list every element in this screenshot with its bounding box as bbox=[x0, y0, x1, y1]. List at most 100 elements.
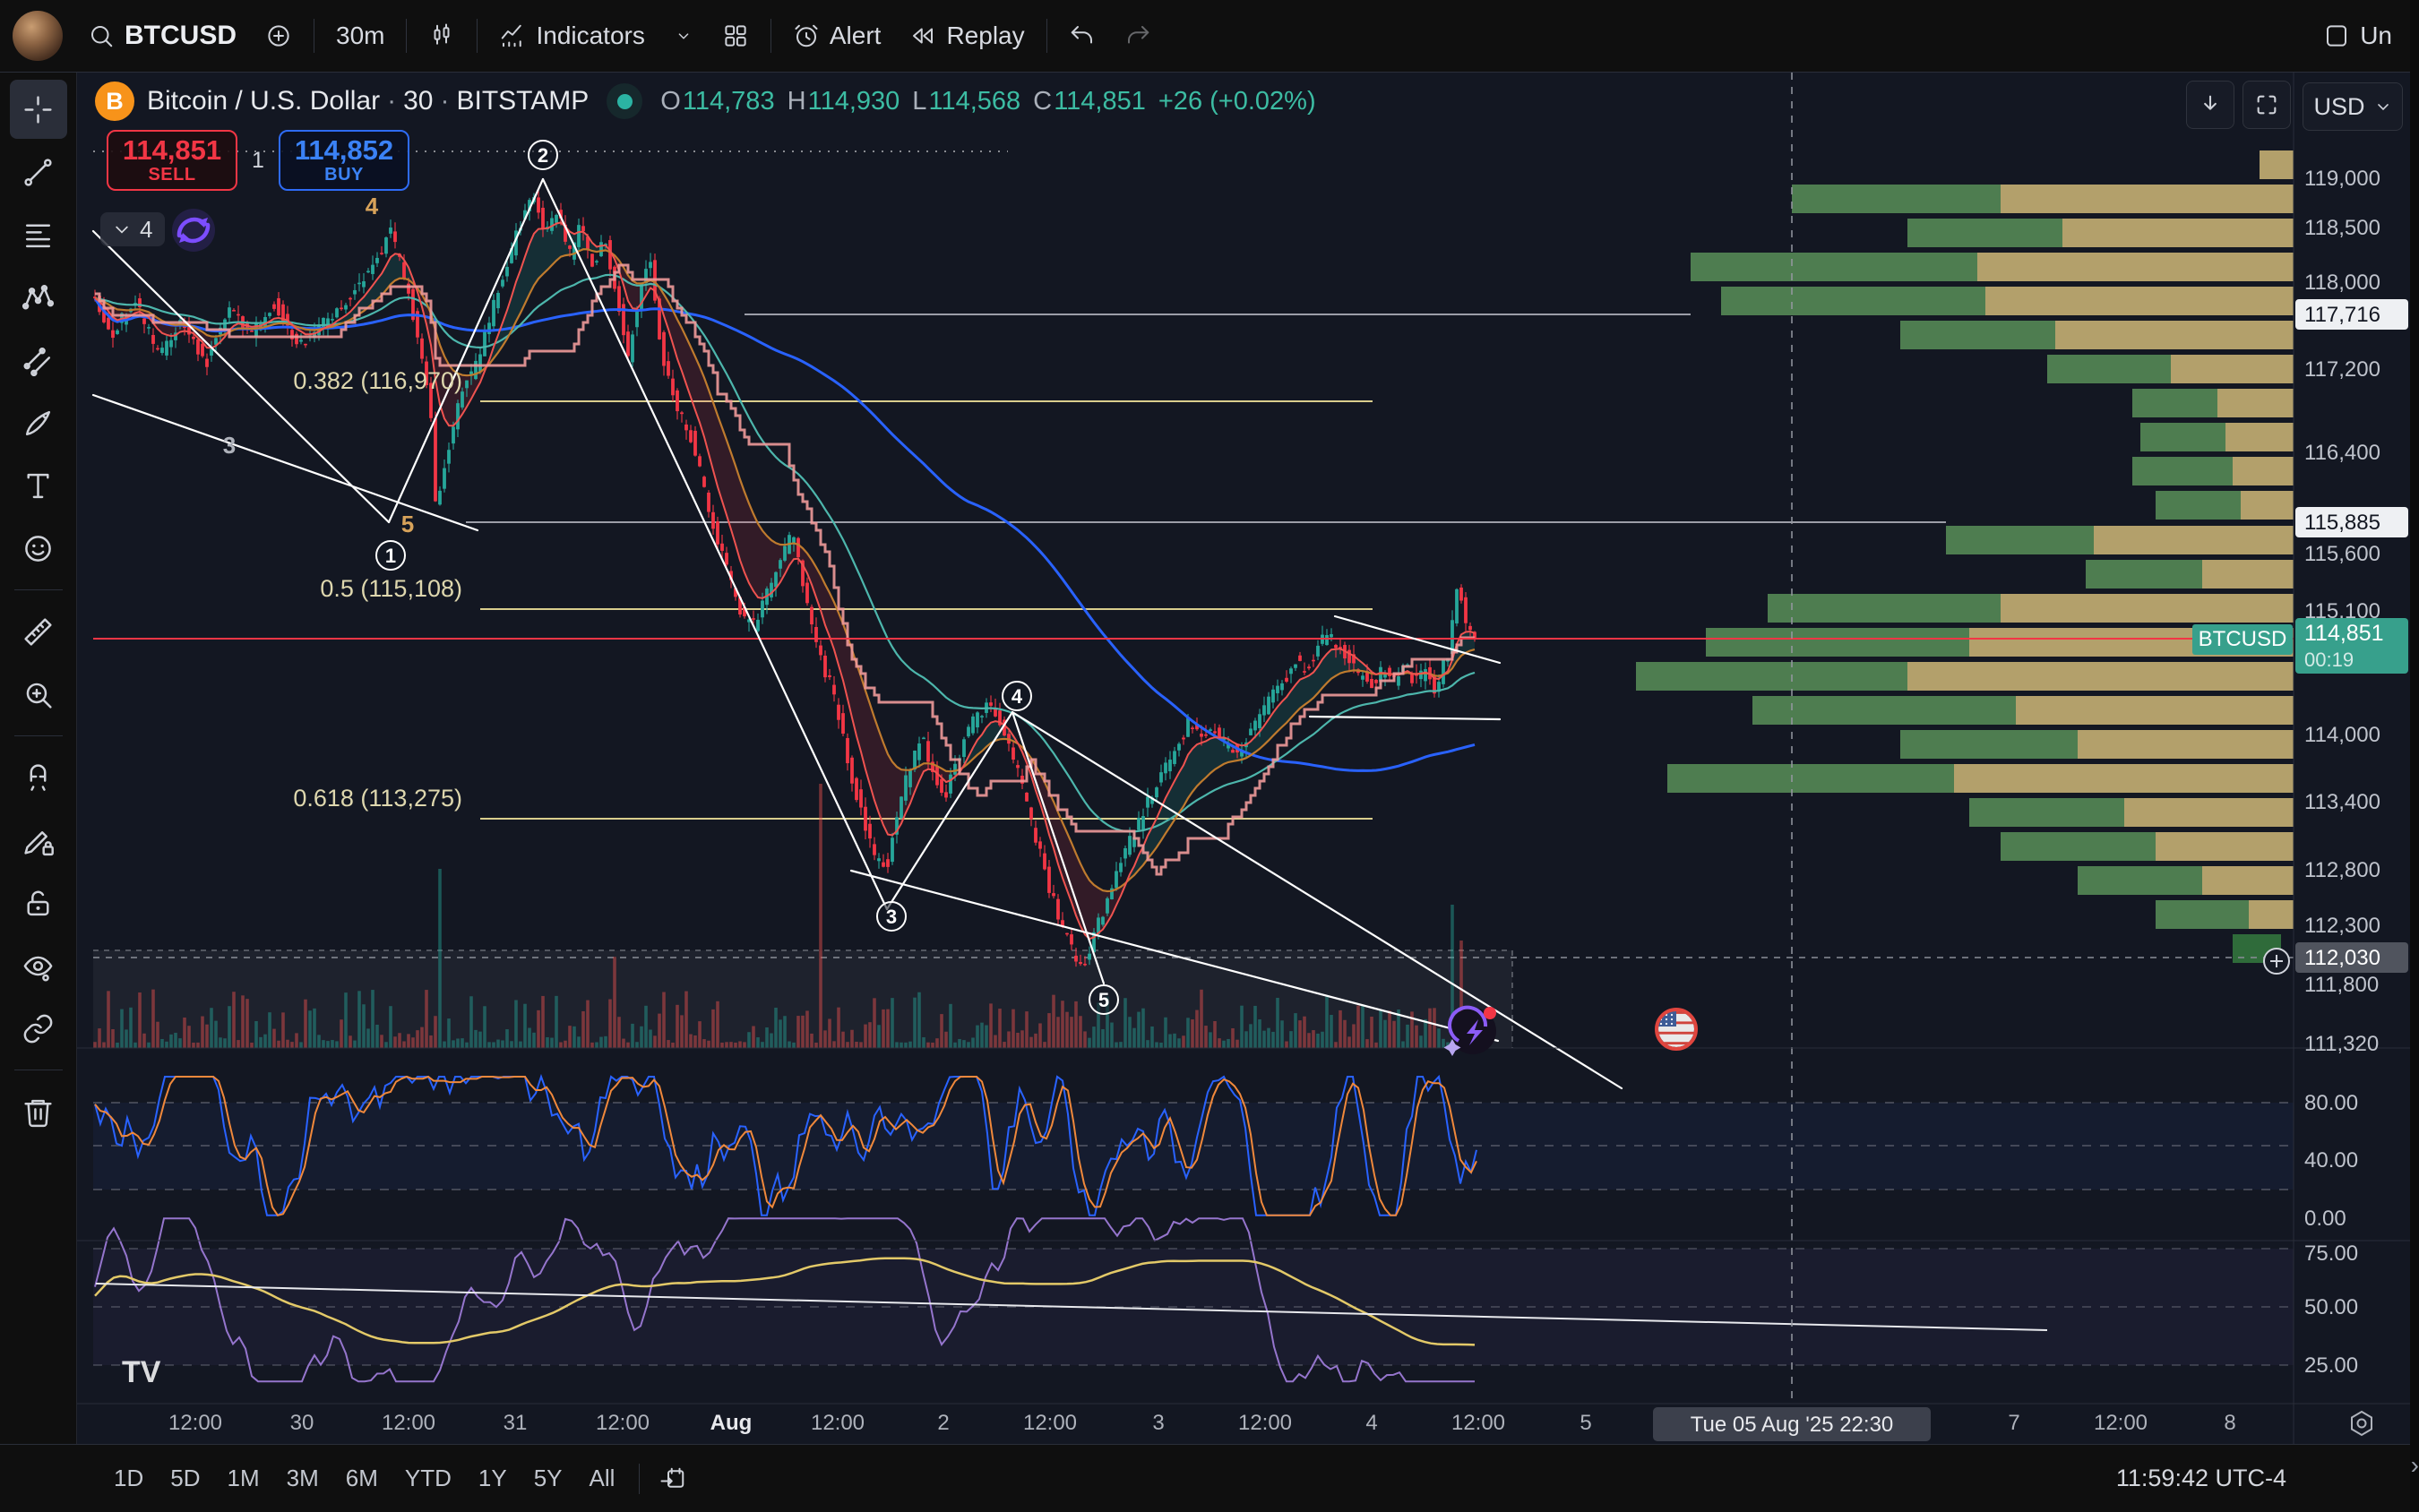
svg-text:50.00: 50.00 bbox=[2304, 1295, 2358, 1319]
text-tool-icon bbox=[22, 469, 55, 503]
fib-retracement-icon bbox=[22, 219, 55, 252]
sync-icon bbox=[167, 203, 220, 257]
market-status-icon[interactable] bbox=[607, 83, 642, 119]
range-1m[interactable]: 1M bbox=[214, 1457, 273, 1499]
range-1d[interactable]: 1D bbox=[100, 1457, 157, 1499]
symbol-search-button[interactable]: BTCUSD bbox=[73, 8, 251, 64]
tool-magnet[interactable] bbox=[10, 748, 67, 807]
chart-canvas[interactable]: 123453450.382 (116,970)0.5 (115,108)0.61… bbox=[77, 73, 2419, 1444]
svg-text:117,716: 117,716 bbox=[2304, 303, 2380, 327]
svg-text:112,800: 112,800 bbox=[2304, 858, 2380, 882]
grid-layout-icon bbox=[722, 22, 749, 49]
svg-text:2: 2 bbox=[538, 144, 548, 167]
order-panel: 114,851 SELL 1 114,852 BUY bbox=[107, 130, 409, 191]
svg-text:112,030: 112,030 bbox=[2304, 946, 2380, 970]
low-label: L bbox=[912, 87, 926, 116]
tool-parallel-channel[interactable] bbox=[10, 331, 67, 390]
range-3m[interactable]: 3M bbox=[273, 1457, 332, 1499]
panel-expand-chevron[interactable]: › bbox=[2411, 1453, 2419, 1478]
svg-text:4: 4 bbox=[366, 193, 379, 219]
undo-button[interactable] bbox=[1055, 8, 1110, 64]
save-layout-button[interactable]: Un bbox=[2309, 8, 2406, 64]
add-alert-plus-icon[interactable] bbox=[2264, 949, 2289, 974]
tool-hide-all[interactable] bbox=[10, 936, 67, 995]
tool-emoji[interactable] bbox=[10, 519, 67, 578]
parallel-channel-icon bbox=[22, 344, 55, 377]
svg-text:12:00: 12:00 bbox=[168, 1411, 222, 1435]
tool-lock-all[interactable] bbox=[10, 873, 67, 932]
bitcoin-logo-icon: B bbox=[95, 82, 134, 121]
crosshair-icon bbox=[22, 93, 55, 126]
download-chart-button[interactable] bbox=[2186, 81, 2234, 129]
link-drawings-icon bbox=[22, 1012, 55, 1045]
currency-selector[interactable]: USD bbox=[2303, 82, 2403, 131]
bottom-toolbar: 1D5D1M3M6MYTD1Y5YAll 11:59:42 UTC-4 bbox=[0, 1444, 2419, 1512]
redo-icon bbox=[1124, 22, 1151, 49]
interval-button[interactable]: 30m bbox=[322, 8, 399, 64]
buy-button[interactable]: 114,852 BUY bbox=[279, 130, 409, 191]
spread-value: 1 bbox=[237, 148, 279, 174]
range-6m[interactable]: 6M bbox=[332, 1457, 392, 1499]
download-icon bbox=[2198, 92, 2223, 117]
date-range-buttons: 1D5D1M3M6MYTD1Y5YAll bbox=[100, 1445, 628, 1512]
indicators-button[interactable]: Indicators bbox=[485, 8, 659, 64]
emoji-icon bbox=[22, 532, 55, 565]
range-1y[interactable]: 1Y bbox=[465, 1457, 521, 1499]
title-exchange: BITSTAMP bbox=[456, 86, 589, 116]
tool-crosshair[interactable] bbox=[10, 80, 67, 139]
calendar-goto-icon bbox=[659, 1465, 686, 1492]
indicator-templates-chevron[interactable] bbox=[659, 8, 708, 64]
tool-ruler[interactable] bbox=[10, 602, 67, 661]
svg-text:4: 4 bbox=[1365, 1411, 1377, 1435]
svg-text:3: 3 bbox=[223, 432, 236, 459]
svg-text:112,300: 112,300 bbox=[2304, 914, 2380, 938]
multichart-layout-button[interactable] bbox=[708, 8, 763, 64]
tool-remove-drawings[interactable] bbox=[10, 1082, 67, 1141]
svg-text:3: 3 bbox=[1152, 1411, 1164, 1435]
redo-button[interactable] bbox=[1110, 8, 1166, 64]
indicators-label: Indicators bbox=[536, 21, 644, 50]
instrument-count: 4 bbox=[140, 216, 152, 244]
range-all[interactable]: All bbox=[576, 1457, 629, 1499]
svg-text:2: 2 bbox=[937, 1411, 949, 1435]
lock-all-icon bbox=[22, 887, 55, 920]
tool-fib-retracement[interactable] bbox=[10, 205, 67, 264]
layout-panel-icon bbox=[2323, 22, 2350, 49]
tool-drawing-lock[interactable] bbox=[10, 811, 67, 870]
buy-label: BUY bbox=[324, 166, 364, 185]
tool-zoom-in[interactable] bbox=[10, 665, 67, 724]
chart-region: 123453450.382 (116,970)0.5 (115,108)0.61… bbox=[77, 73, 2419, 1444]
user-avatar[interactable] bbox=[13, 11, 63, 61]
toolbar-separator bbox=[406, 19, 407, 53]
sell-button[interactable]: 114,851 SELL bbox=[107, 130, 237, 191]
xabcd-pattern-icon bbox=[22, 281, 55, 314]
chart-style-button[interactable] bbox=[414, 8, 469, 64]
replay-button[interactable]: Replay bbox=[895, 8, 1038, 64]
object-tree-counter[interactable]: 4 bbox=[100, 212, 165, 246]
svg-text:117,200: 117,200 bbox=[2304, 357, 2380, 382]
fib-label: 0.618 (113,275) bbox=[293, 785, 462, 812]
range-ytd[interactable]: YTD bbox=[392, 1457, 465, 1499]
tool-brush[interactable] bbox=[10, 393, 67, 452]
compare-add-button[interactable] bbox=[251, 8, 306, 64]
alert-button[interactable]: Alert bbox=[779, 8, 896, 64]
toolbar-separator bbox=[639, 1464, 640, 1494]
svg-text:118,000: 118,000 bbox=[2304, 271, 2380, 295]
range-5d[interactable]: 5D bbox=[157, 1457, 213, 1499]
symbol-title[interactable]: Bitcoin / U.S. Dollar·30·BITSTAMP bbox=[147, 86, 589, 116]
tool-xabcd-pattern[interactable] bbox=[10, 268, 67, 327]
fullscreen-icon bbox=[2254, 92, 2279, 117]
sync-drawings-button[interactable] bbox=[167, 203, 220, 257]
fullscreen-button[interactable] bbox=[2243, 81, 2291, 129]
toolbar-divider bbox=[14, 589, 63, 590]
tool-text-tool[interactable] bbox=[10, 456, 67, 515]
us-economic-event-icon[interactable] bbox=[1657, 1009, 1696, 1049]
range-5y[interactable]: 5Y bbox=[521, 1457, 576, 1499]
chart-quick-actions bbox=[2186, 81, 2291, 129]
goto-date-button[interactable] bbox=[650, 1460, 695, 1498]
clock-timezone-button[interactable]: 11:59:42 UTC-4 bbox=[2116, 1465, 2286, 1492]
tool-trend-line[interactable] bbox=[10, 142, 67, 202]
tool-link-drawings[interactable] bbox=[10, 999, 67, 1058]
svg-text:12:00: 12:00 bbox=[811, 1411, 865, 1435]
toolbar-divider bbox=[14, 735, 63, 736]
